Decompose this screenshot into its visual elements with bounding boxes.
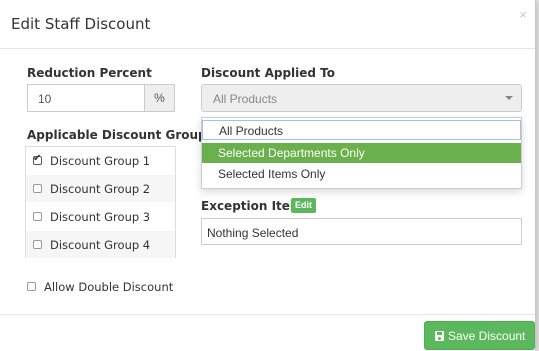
edit-staff-discount-modal: Edit Staff Discount × Reduction Percent …	[0, 0, 536, 351]
percent-addon: %	[144, 84, 175, 112]
exception-items-field[interactable]: Nothing Selected	[201, 218, 522, 245]
option-selected-items-only[interactable]: Selected Items Only	[202, 164, 521, 184]
discount-applied-to-label: Discount Applied To	[201, 66, 336, 80]
reduction-percent-input[interactable]: 10	[27, 84, 145, 112]
discount-group-row[interactable]: Discount Group 4	[26, 231, 175, 258]
reduction-percent-label: Reduction Percent	[27, 66, 152, 80]
save-discount-button[interactable]: Save Discount	[424, 321, 535, 350]
discount-group-label: Discount Group 1	[50, 154, 151, 168]
option-selected-departments-only[interactable]: Selected Departments Only	[202, 143, 521, 163]
discount-group-row[interactable]: Discount Group 1	[26, 147, 175, 174]
discount-applied-to-select[interactable]: All Products	[201, 84, 522, 112]
discount-group-row[interactable]: Discount Group 2	[26, 175, 175, 202]
close-icon[interactable]: ×	[519, 8, 527, 21]
allow-double-discount-label: Allow Double Discount	[44, 280, 174, 294]
allow-double-discount-checkbox[interactable]	[27, 282, 36, 291]
discount-group-1-checkbox[interactable]	[33, 153, 42, 165]
exception-items-edit-button[interactable]: Edit	[291, 198, 316, 213]
discount-group-label: Discount Group 3	[50, 210, 151, 224]
applicable-discount-groups-label: Applicable Discount Groups	[27, 128, 214, 142]
modal-header: Edit Staff Discount ×	[0, 0, 535, 49]
modal-footer-divider	[0, 314, 535, 315]
chevron-down-icon	[505, 96, 513, 100]
discount-group-label: Discount Group 4	[50, 238, 151, 252]
select-value: All Products	[213, 92, 278, 106]
floppy-disk-icon	[435, 331, 444, 341]
discount-group-2-checkbox[interactable]	[33, 184, 42, 193]
discount-applied-to-dropdown: All Products Selected Departments Only S…	[201, 117, 522, 189]
discount-group-3-checkbox[interactable]	[33, 212, 42, 221]
reduction-percent-value: 10	[38, 92, 52, 106]
option-all-products[interactable]: All Products	[202, 120, 521, 140]
discount-groups-list: Discount Group 1 Discount Group 2 Discou…	[25, 146, 176, 258]
discount-group-row[interactable]: Discount Group 3	[26, 203, 175, 230]
discount-group-label: Discount Group 2	[50, 182, 151, 196]
discount-group-4-checkbox[interactable]	[33, 240, 42, 249]
exception-items-value: Nothing Selected	[207, 226, 299, 240]
modal-title: Edit Staff Discount	[11, 15, 151, 33]
save-discount-label: Save Discount	[448, 329, 526, 343]
